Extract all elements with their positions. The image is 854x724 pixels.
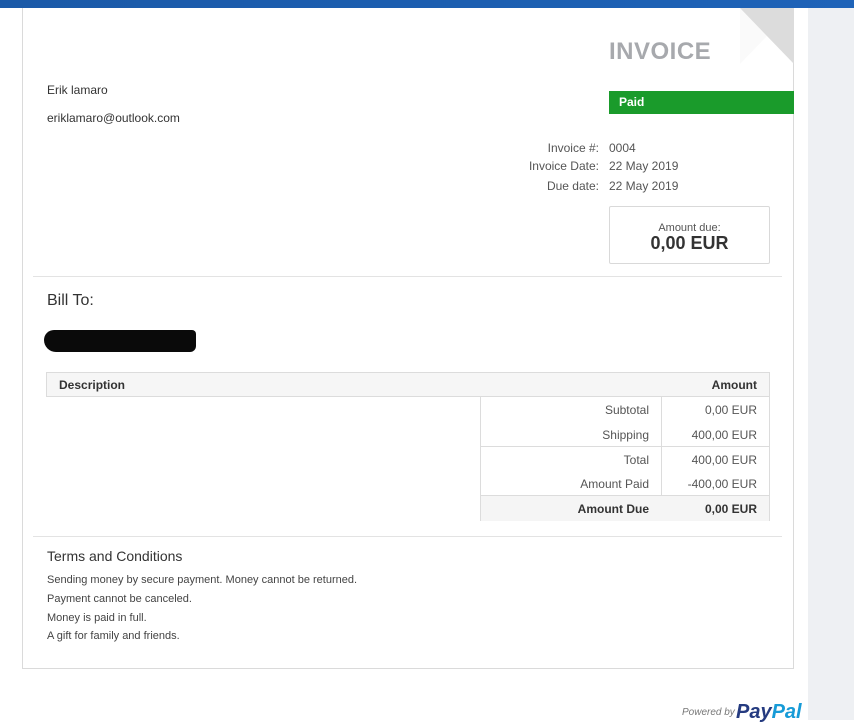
side-panel — [808, 8, 854, 720]
terms-line: Money is paid in full. — [47, 612, 147, 624]
table-row: Total 400,00 EUR — [481, 446, 769, 471]
sender-email: eriklamaro@outlook.com — [47, 111, 180, 125]
divider — [33, 276, 782, 277]
amount-paid-value: -400,00 EUR — [687, 477, 757, 491]
sender-name: Erik lamaro — [47, 83, 108, 97]
amount-due-row-value: 0,00 EUR — [704, 502, 757, 516]
powered-by-text: Powered by — [682, 707, 735, 718]
invoice-title: INVOICE — [609, 38, 712, 65]
description-header: Description — [59, 378, 126, 392]
total-label: Total — [623, 453, 649, 467]
amount-due-box: Amount due: 0,00 EUR — [609, 206, 770, 264]
due-date-label: Due date: — [546, 179, 599, 193]
table-header: Description Amount — [46, 372, 770, 397]
status-badge: Paid — [609, 91, 794, 114]
redacted-recipient — [44, 330, 196, 352]
bill-to-heading: Bill To: — [47, 292, 94, 309]
paypal-logo: PayPal — [736, 701, 802, 724]
amount-paid-label: Amount Paid — [580, 477, 649, 491]
invoice-date-value: 22 May 2019 — [609, 159, 679, 173]
top-bar — [0, 0, 854, 8]
subtotal-value: 0,00 EUR — [704, 403, 757, 417]
total-value: 400,00 EUR — [691, 453, 757, 467]
terms-title: Terms and Conditions — [47, 548, 183, 564]
table-row: Shipping 400,00 EUR — [481, 422, 769, 446]
terms-line: Sending money by secure payment. Money c… — [47, 574, 358, 586]
amount-header: Amount — [711, 378, 757, 392]
shipping-value: 400,00 EUR — [691, 428, 757, 442]
amount-due-value: 0,00 EUR — [650, 233, 729, 253]
invoice-number-value: 0004 — [609, 141, 636, 155]
terms-line: Payment cannot be canceled. — [47, 593, 192, 605]
invoice-date-label: Invoice Date: — [528, 159, 599, 173]
terms-line: A gift for family and friends. — [47, 630, 180, 642]
amount-due-row-label: Amount Due — [577, 502, 649, 516]
subtotal-label: Subtotal — [604, 403, 649, 417]
due-date-value: 22 May 2019 — [609, 179, 679, 193]
invoice-number-label: Invoice #: — [547, 141, 599, 155]
shipping-label: Shipping — [602, 428, 649, 442]
totals-table: Subtotal 0,00 EUR Shipping 400,00 EUR To… — [480, 397, 770, 521]
table-row: Amount Due 0,00 EUR — [481, 495, 769, 521]
divider — [33, 536, 782, 537]
table-row: Subtotal 0,00 EUR — [481, 397, 769, 421]
page-fold-corner — [740, 8, 794, 64]
table-row: Amount Paid -400,00 EUR — [481, 471, 769, 495]
